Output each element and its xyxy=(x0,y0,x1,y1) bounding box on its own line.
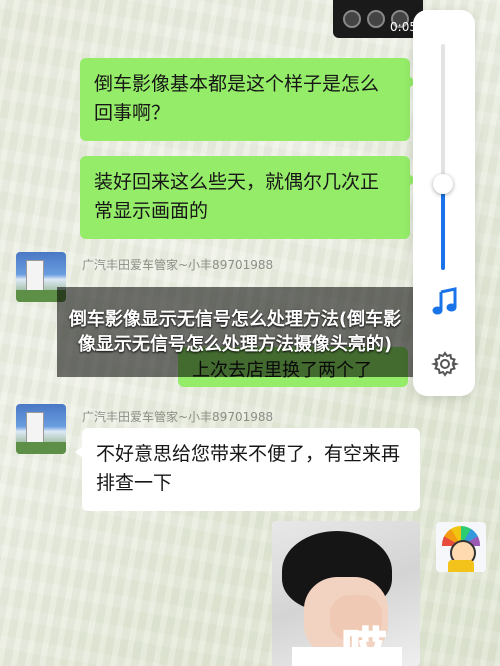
image-message[interactable]: 哎 xyxy=(272,521,420,666)
video-thumbnail[interactable]: 0:05 xyxy=(333,0,423,38)
article-title-overlay: 倒车影像显示无信号怎么处理方法(倒车影像显示无信号怎么处理方法摄像头亮的) xyxy=(57,287,413,377)
sender-name: 广汽丰田爱车管家~小丰89701988 xyxy=(82,410,274,424)
sender-name: 广汽丰田爱车管家~小丰89701988 xyxy=(82,258,274,272)
sticker-text: 哎 xyxy=(341,623,387,666)
gear-icon[interactable] xyxy=(431,350,459,378)
volume-slider-knob[interactable] xyxy=(433,174,453,195)
message-bubble-outgoing[interactable]: 倒车影像基本都是这个样子是怎么回事啊？ xyxy=(80,58,417,141)
overlay-title: 倒车影像显示无信号怎么处理方法(倒车影像显示无信号怎么处理方法摄像头亮的) xyxy=(68,308,402,355)
dial-icon xyxy=(367,10,385,28)
message-text: 倒车影像基本都是这个样子是怎么回事啊？ xyxy=(94,73,380,125)
music-icon[interactable] xyxy=(429,286,461,318)
dial-icon xyxy=(343,10,361,28)
message-text: 装好回来这么些天，就偶尔几次正常显示画面的 xyxy=(94,171,380,223)
volume-panel xyxy=(413,10,475,396)
message-bubble-outgoing[interactable]: 装好回来这么些天，就偶尔几次正常显示画面的 xyxy=(80,156,417,239)
avatar[interactable] xyxy=(16,404,66,454)
volume-slider[interactable] xyxy=(441,44,445,270)
message-bubble-incoming[interactable]: 不好意思给您带来不便了，有空来再排查一下 xyxy=(75,428,420,511)
my-avatar[interactable] xyxy=(436,522,486,572)
message-text: 不好意思给您带来不便了，有空来再排查一下 xyxy=(96,443,401,495)
